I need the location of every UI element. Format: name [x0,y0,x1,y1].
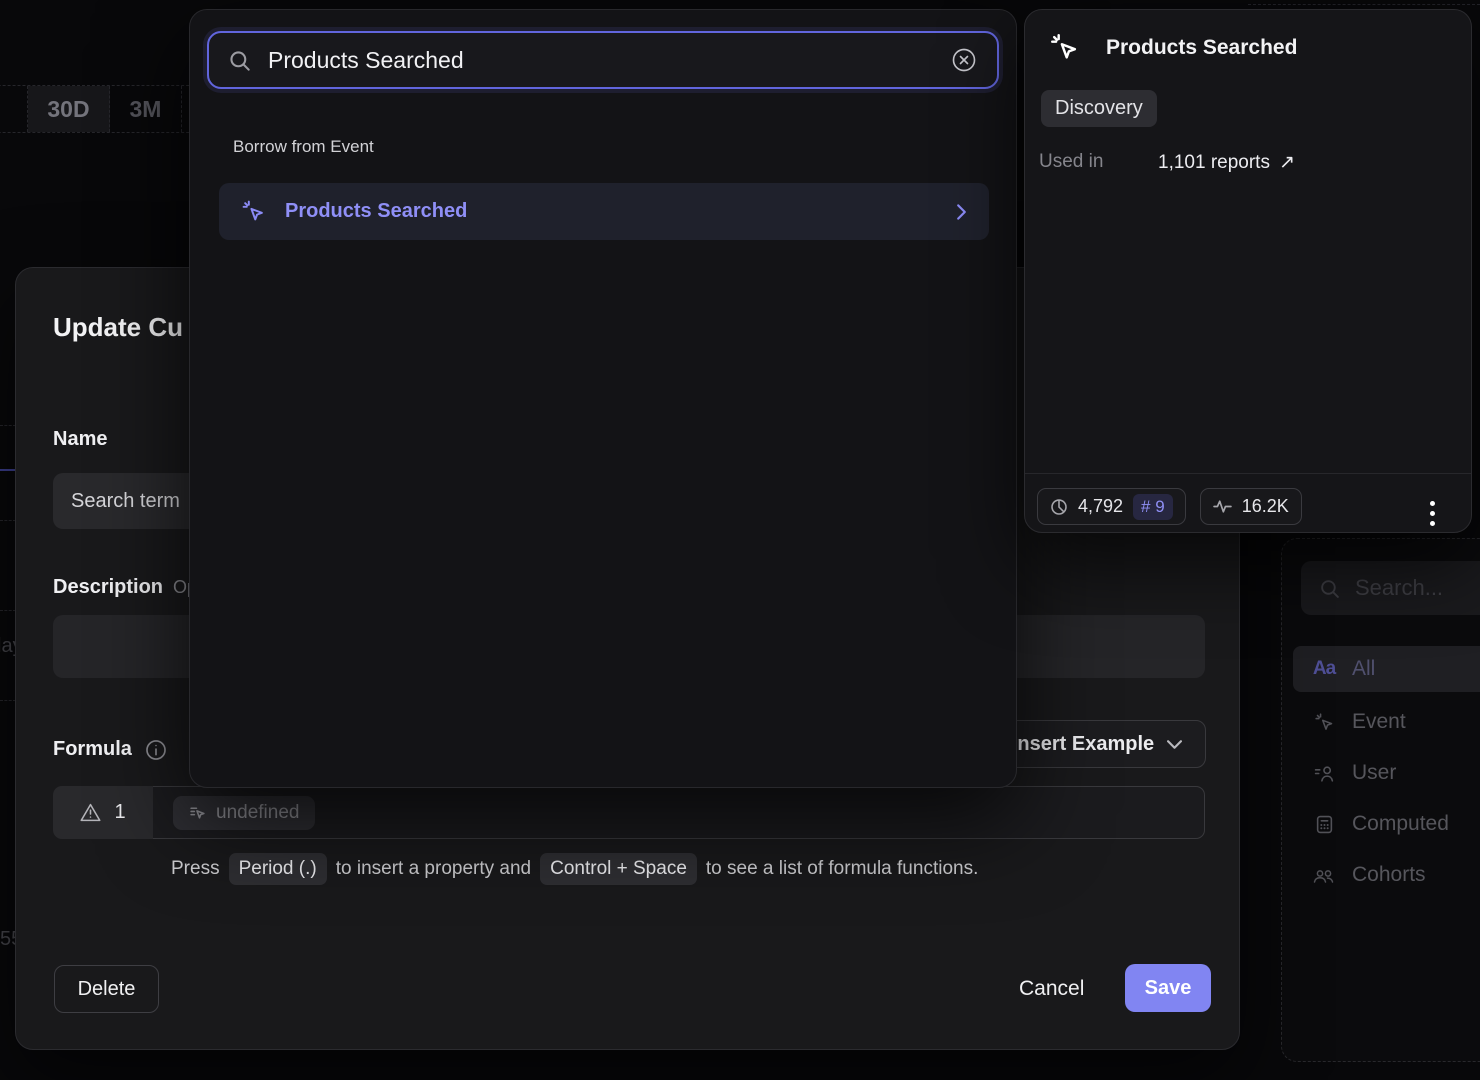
event-count-value: 4,792 [1078,496,1123,517]
event-info-panel: Products Searched Discovery Used in 1,10… [1024,9,1472,533]
hint-text: to insert a property and [336,858,531,880]
event-result-products-searched[interactable]: Products Searched [219,183,989,240]
formula-label-row: Formula [53,738,167,761]
cohorts-icon [1313,867,1335,884]
search-icon [228,49,251,72]
sidebar-item-label: All [1352,657,1375,681]
sidebar-item-cohorts[interactable]: Cohorts [1293,852,1480,898]
name-field-value: Search term [71,490,180,513]
sidebar-item-event[interactable]: Event [1293,699,1480,745]
name-label: Name [53,428,107,451]
formula-undefined-chip[interactable]: undefined [173,796,315,830]
save-button[interactable]: Save [1125,964,1211,1012]
event-count-pill[interactable]: 4,792 # 9 [1037,488,1186,525]
time-range-30d[interactable]: 30D [28,86,110,132]
text-aa-icon: Aa [1313,658,1335,680]
used-in-value: 1,101 reports [1158,152,1270,174]
event-volume-value: 16.2K [1242,496,1289,517]
chevron-right-icon [956,203,967,221]
formula-hint: Press Period (.) to insert a property an… [171,853,978,885]
formula-label: Formula [53,738,132,761]
chevron-down-icon [1167,740,1182,749]
panel-divider [1025,473,1471,474]
info-icon[interactable] [145,739,167,761]
hint-text: Press [171,858,220,880]
app-screen: D 30D 3M lay 55 Search... Aa All Event [0,0,1480,1080]
used-in-reports-link[interactable]: 1,101 reports ↗ [1158,151,1295,174]
search-icon [1319,578,1340,599]
event-volume-pill[interactable]: 16.2K [1200,488,1302,525]
more-options-icon[interactable] [1426,497,1439,530]
event-search-dropdown: Products Searched Borrow from Event Prod… [189,9,1017,788]
insert-example-label: Insert Example [1012,733,1154,756]
delete-button[interactable]: Delete [54,965,159,1013]
formula-error-count: 1 [114,801,125,824]
pie-icon [1050,498,1068,516]
formula-chip-label: undefined [216,802,299,824]
event-cursor-icon [241,199,266,224]
chart-gridline [0,700,16,701]
insert-example-button[interactable]: Insert Example [988,720,1206,768]
user-icon [1313,765,1335,782]
warning-icon [80,803,101,822]
event-info-title: Products Searched [1106,36,1297,60]
event-cursor-icon [1313,712,1335,733]
period-key-chip: Period (.) [229,853,327,885]
background-dashed-border [1248,4,1480,5]
external-link-icon: ↗ [1279,151,1295,174]
event-result-label: Products Searched [285,200,937,223]
sidebar-item-label: Computed [1352,812,1449,836]
control-space-key-chip: Control + Space [540,853,697,885]
sidebar-item-computed[interactable]: Computed [1293,801,1480,847]
modal-title: Update Cu [53,312,183,343]
sidebar-item-all[interactable]: Aa All [1293,646,1480,692]
formula-editor[interactable]: 1 undefined [53,786,1205,839]
chart-gridline [0,425,16,426]
event-cursor-icon [1049,32,1080,63]
property-filter-sidebar: Search... Aa All Event User Computed [1281,538,1480,1062]
description-label: Description [53,576,163,599]
formula-error-gutter: 1 [53,786,153,839]
activity-icon [1213,500,1232,513]
event-info-header: Products Searched [1049,32,1297,63]
time-range-strip: D 30D 3M [0,85,204,133]
sidebar-item-user[interactable]: User [1293,750,1480,796]
search-query-text: Products Searched [268,47,933,74]
event-search-input[interactable]: Products Searched [207,31,999,89]
cancel-button[interactable]: Cancel [1001,965,1102,1013]
formula-input-area[interactable]: undefined [153,786,1205,839]
chart-gridline [0,520,16,521]
event-stats-row: 4,792 # 9 16.2K [1037,488,1302,525]
clear-search-icon[interactable] [950,46,978,74]
computed-icon [1313,815,1335,834]
chart-line-fragment [0,469,16,471]
chart-gridline [0,610,16,611]
discovery-badge: Discovery [1041,90,1157,127]
used-in-label: Used in [1039,151,1103,173]
time-range-7d[interactable]: D [0,86,28,132]
sidebar-item-label: Cohorts [1352,863,1426,887]
hint-text: to see a list of formula functions. [706,858,978,880]
sidebar-item-label: User [1352,761,1396,785]
event-rank-badge: # 9 [1133,494,1173,520]
sidebar-item-label: Event [1352,710,1406,734]
time-range-3m[interactable]: 3M [110,86,182,132]
sidebar-search-input[interactable]: Search... [1301,561,1480,615]
borrow-from-event-label: Borrow from Event [233,137,374,157]
sidebar-search-placeholder: Search... [1355,575,1443,601]
property-cursor-icon [189,804,206,821]
